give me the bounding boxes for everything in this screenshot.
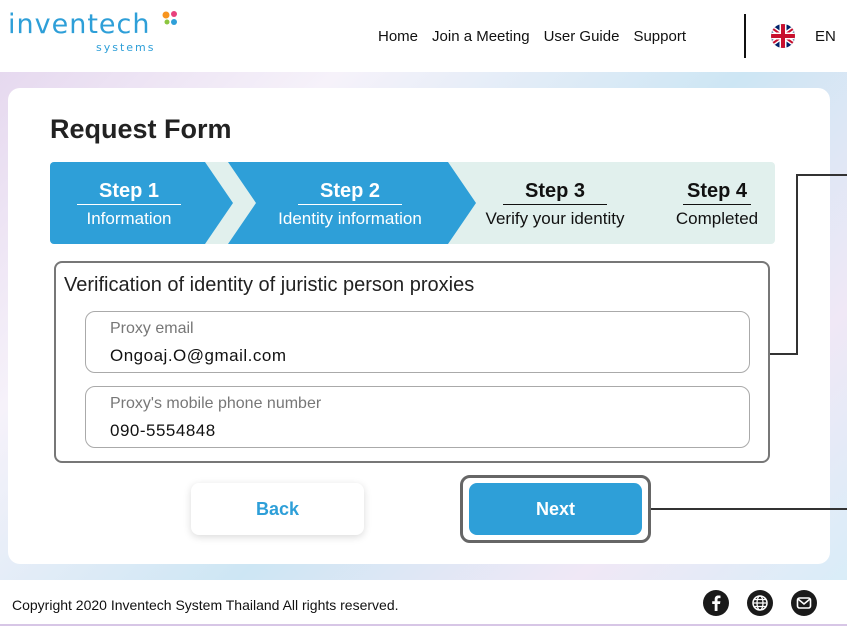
- nav-support[interactable]: Support: [633, 28, 686, 45]
- header: inventech systems Home Join a Meeting Us…: [0, 0, 847, 72]
- proxy-phone-field[interactable]: Proxy's mobile phone number 090-5554848: [85, 386, 750, 448]
- uk-flag-icon[interactable]: [766, 24, 800, 48]
- inventech-logo[interactable]: inventech systems: [8, 9, 177, 54]
- nav-divider: [744, 14, 746, 58]
- logo-dots-icon: [162, 11, 177, 25]
- stepper: Step 1 Information Step 2 Identity infor…: [50, 162, 775, 244]
- verification-title: Verification of identity of juristic per…: [64, 274, 475, 296]
- proxy-phone-label: Proxy's mobile phone number: [110, 395, 322, 412]
- callout-line-fields-top: [796, 174, 847, 176]
- step-3: Step 3 Verify your identity: [464, 180, 646, 229]
- nav-home[interactable]: Home: [378, 28, 418, 45]
- page-title: Request Form: [50, 114, 232, 144]
- step-2-number: Step 2: [297, 180, 403, 205]
- nav-join-meeting[interactable]: Join a Meeting: [432, 28, 530, 45]
- proxy-email-field[interactable]: Proxy email Ongoaj.O@gmail.com: [85, 311, 750, 373]
- proxy-email-value[interactable]: Ongoaj.O@gmail.com: [110, 346, 287, 366]
- step-2: Step 2 Identity information: [250, 180, 450, 229]
- callout-line-next: [651, 508, 847, 510]
- next-button[interactable]: Next: [469, 483, 642, 535]
- step-1-number: Step 1: [76, 180, 182, 205]
- main-nav: Home Join a Meeting User Guide Support: [378, 28, 700, 45]
- step-4-label: Completed: [675, 209, 759, 228]
- step-4-number: Step 4: [682, 180, 752, 205]
- step-3-number: Step 3: [502, 180, 608, 205]
- callout-line-fields-h: [770, 353, 798, 355]
- logo-text: invent: [8, 9, 99, 40]
- step-2-label: Identity information: [278, 209, 422, 228]
- proxy-email-label: Proxy email: [110, 320, 194, 337]
- copyright-text: Copyright 2020 Inventech System Thailand…: [12, 597, 399, 613]
- globe-icon[interactable]: [747, 590, 773, 616]
- step-1: Step 1 Information: [64, 180, 194, 229]
- step-3-label: Verify your identity: [485, 209, 625, 228]
- facebook-icon[interactable]: [703, 590, 729, 616]
- step-4: Step 4 Completed: [658, 180, 775, 229]
- step-1-label: Information: [86, 209, 172, 228]
- logo-subtext: systems: [96, 41, 156, 54]
- back-button[interactable]: Back: [191, 483, 364, 535]
- proxy-phone-value[interactable]: 090-5554848: [110, 421, 216, 441]
- nav-user-guide[interactable]: User Guide: [544, 28, 620, 45]
- logo-text-tail: ech: [98, 9, 151, 40]
- mail-icon[interactable]: [791, 590, 817, 616]
- callout-line-fields-v: [796, 174, 798, 355]
- language-selector[interactable]: EN: [815, 28, 836, 45]
